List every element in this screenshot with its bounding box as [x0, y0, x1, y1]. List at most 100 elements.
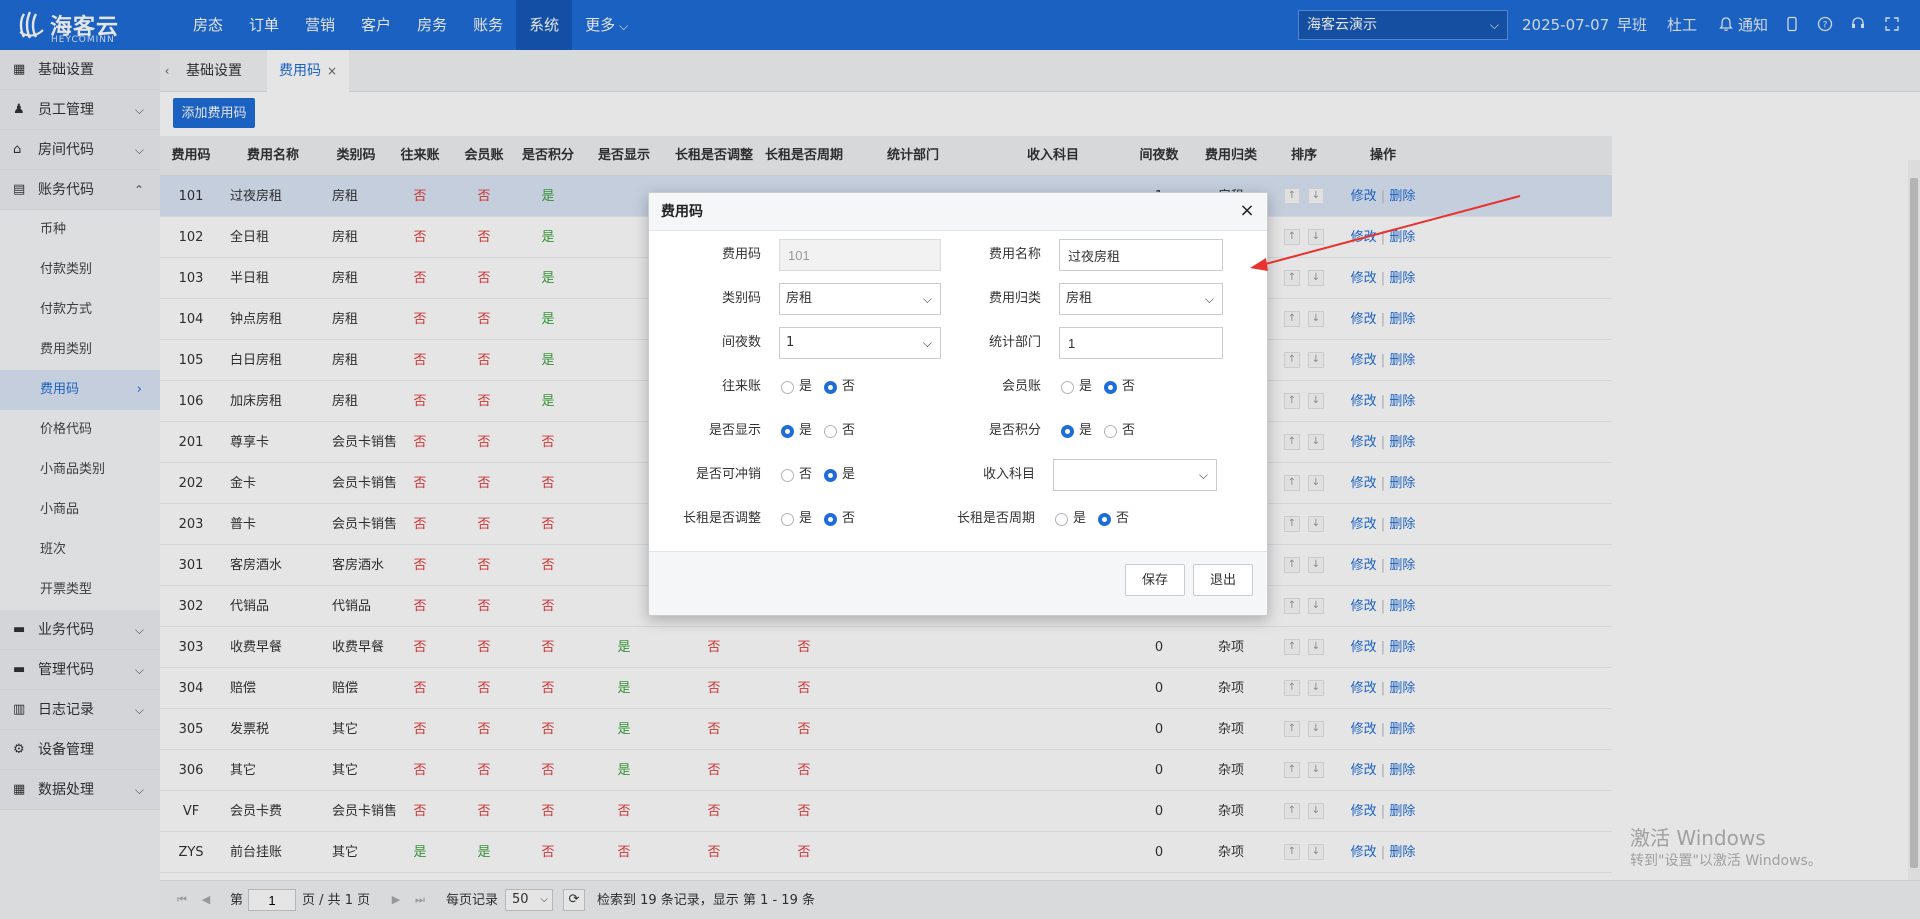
sidebar-item[interactable]: ▦ 基础设置 — [0, 50, 160, 90]
sidebar-item[interactable]: ▬ 业务代码 ⌵ — [0, 610, 160, 650]
arrow-up-icon[interactable]: ↑ — [1284, 680, 1300, 696]
scrollbar-thumb[interactable] — [1910, 178, 1918, 868]
page-number-input[interactable] — [248, 889, 296, 911]
edit-link[interactable]: 修改 — [1351, 394, 1377, 409]
sidebar-item[interactable]: ⚙ 设备管理 — [0, 730, 160, 770]
edit-link[interactable]: 修改 — [1351, 435, 1377, 450]
delete-link[interactable]: 删除 — [1389, 681, 1415, 696]
longstay-cycle-no-radio[interactable]: 否 — [1098, 503, 1129, 535]
sidebar-subitem[interactable]: 价格代码 — [0, 410, 160, 450]
next-page-icon[interactable]: ▶ — [388, 892, 404, 908]
delete-link[interactable]: 删除 — [1389, 435, 1415, 450]
arrow-up-icon[interactable]: ↑ — [1284, 311, 1300, 327]
edit-link[interactable]: 修改 — [1351, 804, 1377, 819]
member-yes-radio[interactable]: 是 — [1061, 371, 1092, 403]
arrow-up-icon[interactable]: ↑ — [1284, 844, 1300, 860]
per-page-select[interactable]: 50 ⌵ — [505, 889, 553, 911]
sidebar-subitem[interactable]: 小商品 — [0, 490, 160, 530]
delete-link[interactable]: 删除 — [1389, 476, 1415, 491]
arrow-down-icon[interactable]: ↓ — [1308, 229, 1324, 245]
arrow-down-icon[interactable]: ↓ — [1308, 721, 1324, 737]
arrow-down-icon[interactable]: ↓ — [1308, 352, 1324, 368]
edit-link[interactable]: 修改 — [1351, 189, 1377, 204]
table-row[interactable]: 305 发票税 其它 否 否 否 是 否 否 0 杂项 ↑ ↓ 修改 | 删除 — [160, 709, 1612, 750]
edit-link[interactable]: 修改 — [1351, 517, 1377, 532]
member-no-radio[interactable]: 否 — [1104, 371, 1135, 403]
sidebar-item[interactable]: ▦ 数据处理 ⌵ — [0, 770, 160, 810]
table-row[interactable]: 306 其它 其它 否 否 否 是 否 否 0 杂项 ↑ ↓ 修改 | 删除 — [160, 750, 1612, 791]
sidebar-subitem[interactable]: 币种 — [0, 210, 160, 250]
delete-link[interactable]: 删除 — [1389, 230, 1415, 245]
help-icon[interactable]: ? — [1816, 16, 1834, 34]
last-page-icon[interactable]: ⏭ — [412, 892, 428, 908]
delete-link[interactable]: 删除 — [1389, 599, 1415, 614]
arrow-down-icon[interactable]: ↓ — [1308, 803, 1324, 819]
arrow-down-icon[interactable]: ↓ — [1308, 393, 1324, 409]
arrow-down-icon[interactable]: ↓ — [1308, 434, 1324, 450]
shift-label[interactable]: 早班 — [1617, 0, 1647, 50]
arrow-up-icon[interactable]: ↑ — [1284, 721, 1300, 737]
tabs-scroll-left-icon[interactable]: ‹ — [160, 50, 174, 92]
add-fee-code-button[interactable]: 添加费用码 — [173, 98, 255, 128]
sidebar-item[interactable]: ▤ 账务代码 ⌃ — [0, 170, 160, 210]
nav-item[interactable]: 订单 — [236, 0, 292, 50]
vertical-scrollbar[interactable] — [1908, 160, 1920, 880]
sidebar-subitem[interactable]: 开票类型 — [0, 570, 160, 610]
edit-link[interactable]: 修改 — [1351, 558, 1377, 573]
notify-label[interactable]: 通知 — [1738, 0, 1768, 50]
writeoff-yes-radio[interactable]: 是 — [824, 459, 855, 491]
arrow-down-icon[interactable]: ↓ — [1308, 680, 1324, 696]
longstay-cycle-yes-radio[interactable]: 是 — [1055, 503, 1086, 535]
edit-link[interactable]: 修改 — [1351, 763, 1377, 778]
nav-item[interactable]: 营销 — [292, 0, 348, 50]
arrow-up-icon[interactable]: ↑ — [1284, 270, 1300, 286]
phone-icon[interactable] — [1783, 16, 1801, 34]
brand-logo[interactable]: 海客云 HEYCOMINN — [18, 8, 138, 45]
delete-link[interactable]: 删除 — [1389, 312, 1415, 327]
sidebar-subitem[interactable]: 付款方式 — [0, 290, 160, 330]
first-page-icon[interactable]: ⏮ — [174, 892, 190, 908]
tab-fee-code[interactable]: 费用码 × — [267, 50, 350, 92]
arrow-down-icon[interactable]: ↓ — [1308, 639, 1324, 655]
delete-link[interactable]: 删除 — [1389, 845, 1415, 860]
sidebar-item[interactable]: ▥ 日志记录 ⌵ — [0, 690, 160, 730]
tab-close-icon[interactable]: × — [327, 64, 337, 78]
longstay-adjust-no-radio[interactable]: 否 — [824, 503, 855, 535]
sidebar-subitem[interactable]: 班次 — [0, 530, 160, 570]
delete-link[interactable]: 删除 — [1389, 353, 1415, 368]
sidebar-subitem[interactable]: 小商品类别 — [0, 450, 160, 490]
name-input[interactable] — [1059, 239, 1223, 271]
edit-link[interactable]: 修改 — [1351, 599, 1377, 614]
table-row[interactable]: 304 赔偿 赔偿 否 否 否 是 否 否 0 杂项 ↑ ↓ 修改 | 删除 — [160, 668, 1612, 709]
edit-link[interactable]: 修改 — [1351, 681, 1377, 696]
prev-page-icon[interactable]: ◀ — [198, 892, 214, 908]
arrow-up-icon[interactable]: ↑ — [1284, 516, 1300, 532]
exit-button[interactable]: 退出 — [1193, 564, 1253, 596]
save-button[interactable]: 保存 — [1125, 564, 1185, 596]
edit-link[interactable]: 修改 — [1351, 476, 1377, 491]
nav-item[interactable]: 房态 — [180, 0, 236, 50]
table-row[interactable]: 303 收费早餐 收费早餐 否 否 否 是 否 否 0 杂项 ↑ ↓ 修改 | 删除 — [160, 627, 1612, 668]
sidebar-item[interactable]: ⌂ 房间代码 ⌵ — [0, 130, 160, 170]
dept-input[interactable] — [1059, 327, 1223, 359]
arrow-up-icon[interactable]: ↑ — [1284, 557, 1300, 573]
arrow-down-icon[interactable]: ↓ — [1308, 762, 1324, 778]
delete-link[interactable]: 删除 — [1389, 189, 1415, 204]
sidebar-item[interactable]: ▬ 管理代码 ⌵ — [0, 650, 160, 690]
ledger-yes-radio[interactable]: 是 — [781, 371, 812, 403]
edit-link[interactable]: 修改 — [1351, 312, 1377, 327]
table-row[interactable]: ZYS 前台挂账 其它 是 是 否 否 否 否 0 杂项 ↑ ↓ 修改 | 删除 — [160, 832, 1612, 873]
category-select[interactable]: 房租 ⌵ — [779, 283, 941, 315]
display-yes-radio[interactable]: 是 — [781, 415, 812, 447]
refresh-icon[interactable]: ⟳ — [563, 889, 585, 911]
delete-link[interactable]: 删除 — [1389, 804, 1415, 819]
arrow-up-icon[interactable]: ↑ — [1284, 393, 1300, 409]
delete-link[interactable]: 删除 — [1389, 517, 1415, 532]
arrow-up-icon[interactable]: ↑ — [1284, 434, 1300, 450]
arrow-down-icon[interactable]: ↓ — [1308, 516, 1324, 532]
delete-link[interactable]: 删除 — [1389, 722, 1415, 737]
nav-item[interactable]: 客户 — [348, 0, 404, 50]
income-select[interactable]: ⌵ — [1053, 459, 1217, 491]
arrow-up-icon[interactable]: ↑ — [1284, 352, 1300, 368]
arrow-down-icon[interactable]: ↓ — [1308, 188, 1324, 204]
